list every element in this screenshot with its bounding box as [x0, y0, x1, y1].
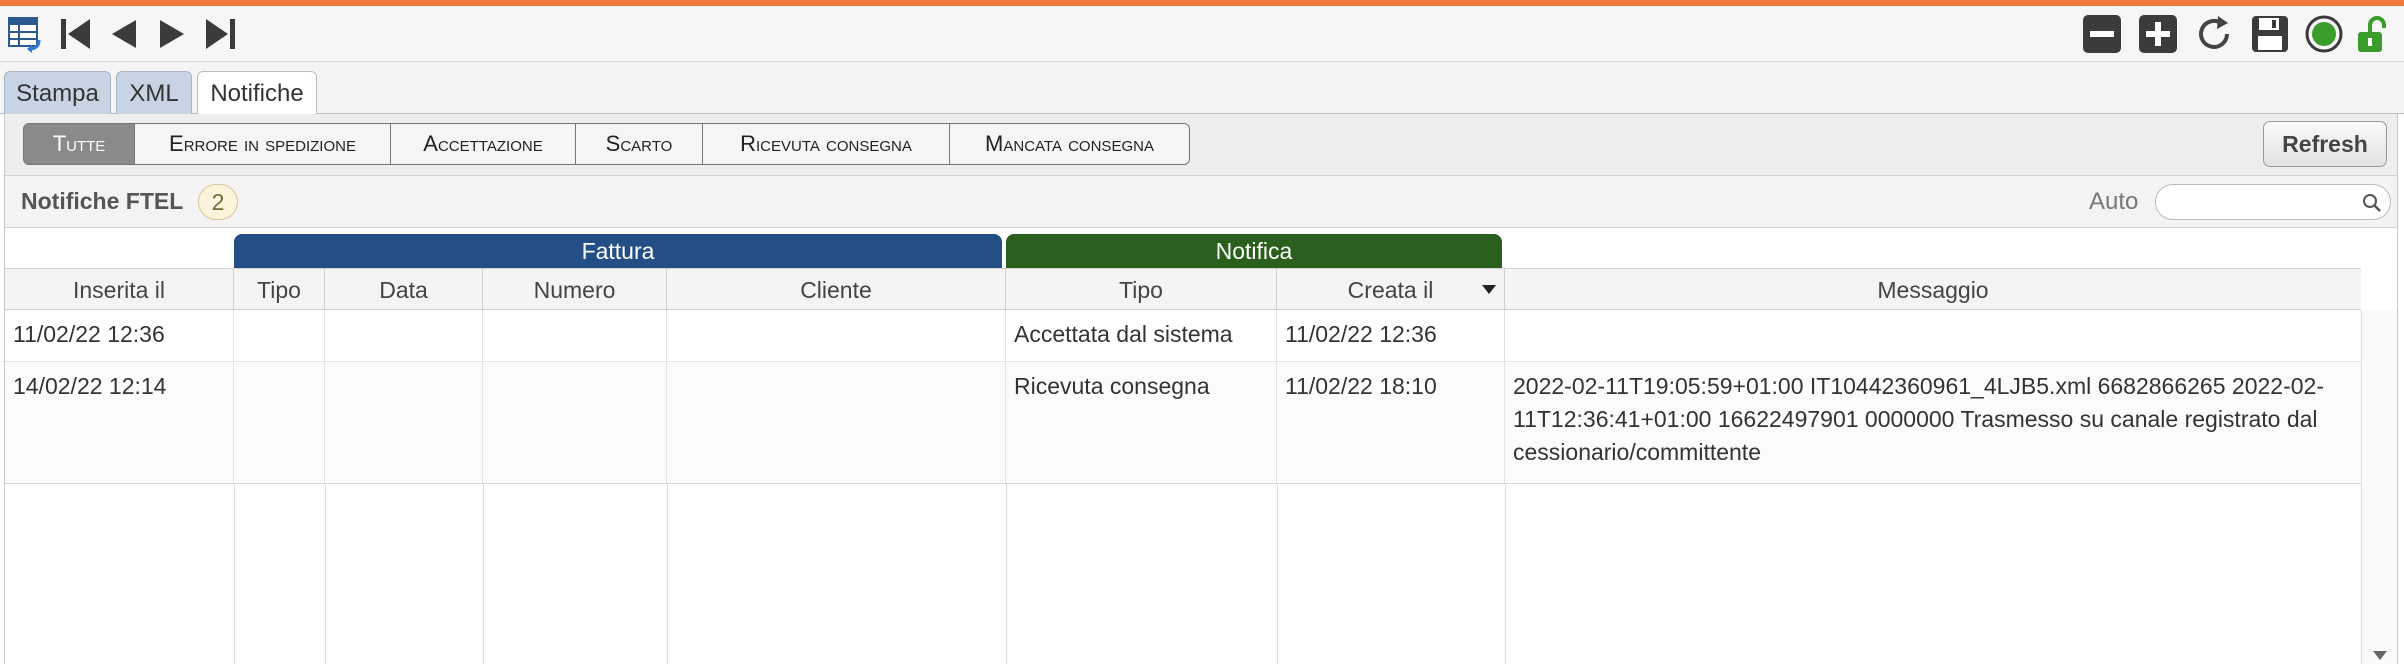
status-icon[interactable]	[2302, 12, 2346, 56]
next-record-icon[interactable]	[150, 12, 194, 56]
cell-notifica-tipo: Accettata dal sistema	[1006, 310, 1277, 361]
cell-inserita: 14/02/22 12:14	[5, 362, 234, 483]
tab-label: Stampa	[16, 79, 99, 107]
save-icon[interactable]	[2248, 12, 2292, 56]
reload-icon[interactable]	[2192, 12, 2236, 56]
unlock-icon[interactable]	[2350, 12, 2394, 56]
col-header-cliente[interactable]: Cliente	[667, 269, 1006, 311]
first-record-icon[interactable]	[54, 12, 98, 56]
col-header-fattura-data[interactable]: Data	[325, 269, 483, 311]
notifiche-panel: Tutte Errore in spedizione Accettazione …	[4, 114, 2398, 664]
table-row[interactable]: 11/02/22 12:36 Accettata dal sistema 11/…	[5, 310, 2361, 362]
cell-fattura-tipo	[234, 310, 325, 361]
col-header-notifica-tipo[interactable]: Tipo	[1006, 269, 1277, 311]
col-header-messaggio[interactable]: Messaggio	[1505, 269, 2361, 311]
cell-messaggio: 2022-02-11T19:05:59+01:00 IT10442360961_…	[1513, 373, 2324, 465]
tab-xml[interactable]: XML	[116, 71, 192, 115]
tab-stampa[interactable]: Stampa	[4, 71, 111, 115]
cell-messaggio	[1505, 310, 2361, 361]
previous-record-icon[interactable]	[102, 12, 146, 56]
filter-tutte[interactable]: Tutte	[23, 123, 135, 165]
cell-fattura-data	[325, 310, 483, 361]
search-icon	[2363, 194, 2381, 212]
empty-column-divider	[1006, 484, 1007, 664]
filter-ricevuta-consegna[interactable]: Ricevuta consegna	[702, 123, 950, 165]
empty-column-divider	[1505, 484, 1506, 664]
column-header-row: Inserita il Tipo Data Numero Cliente Tip…	[5, 268, 2361, 311]
tab-label: XML	[129, 79, 179, 107]
cell-fattura-data	[325, 362, 483, 483]
cell-cliente	[667, 310, 1006, 361]
sort-desc-icon	[1482, 285, 1496, 294]
col-header-fattura-numero[interactable]: Numero	[483, 269, 667, 311]
filter-label: Mancata consegna	[985, 131, 1154, 156]
filter-mancata-consegna[interactable]: Mancata consegna	[949, 123, 1190, 165]
col-header-creata-label: Creata il	[1347, 276, 1434, 303]
col-header-inserita[interactable]: Inserita il	[5, 269, 234, 311]
empty-column-divider	[483, 484, 484, 664]
last-record-icon[interactable]	[198, 12, 242, 56]
filter-label: Tutte	[52, 131, 106, 156]
filter-errore-in-spedizione[interactable]: Errore in spedizione	[134, 123, 391, 165]
remove-icon[interactable]	[2080, 12, 2124, 56]
cell-notifica-tipo: Ricevuta consegna	[1006, 362, 1277, 483]
record-toolbar	[0, 6, 2404, 62]
filter-label: Scarto	[605, 131, 673, 156]
cell-fattura-numero	[483, 310, 667, 361]
cell-fattura-numero	[483, 362, 667, 483]
group-header-fattura: Fattura	[234, 234, 1002, 268]
cell-fattura-tipo	[234, 362, 325, 483]
record-count-badge: 2	[198, 184, 238, 220]
tab-notifiche[interactable]: Notifiche	[197, 71, 317, 116]
empty-column-divider	[234, 484, 235, 664]
refresh-button[interactable]: Refresh	[2263, 121, 2387, 167]
col-header-creata[interactable]: Creata il	[1277, 269, 1505, 311]
group-header-notifica: Notifica	[1006, 234, 1502, 268]
cell-creata: 11/02/22 12:36	[1277, 310, 1505, 361]
vertical-scrollbar[interactable]	[2361, 310, 2397, 664]
filter-label: Ricevuta consegna	[740, 131, 912, 156]
add-icon[interactable]	[2136, 12, 2180, 56]
table-row[interactable]: 14/02/22 12:14 Ricevuta consegna 11/02/2…	[5, 362, 2361, 484]
tab-label: Notifiche	[210, 80, 304, 107]
filter-label: Accettazione	[423, 131, 543, 156]
cell-cliente	[667, 362, 1006, 483]
cell-creata: 11/02/22 18:10	[1277, 362, 1505, 483]
col-header-fattura-tipo[interactable]: Tipo	[234, 269, 325, 311]
filter-label: Errore in spedizione	[169, 131, 356, 156]
grid-title: Notifiche FTEL	[21, 188, 184, 214]
empty-column-divider	[1277, 484, 1278, 664]
filter-bar: Tutte Errore in spedizione Accettazione …	[5, 114, 2397, 176]
search-input[interactable]	[2155, 184, 2391, 220]
table-view-icon[interactable]	[4, 12, 48, 56]
empty-column-divider	[667, 484, 668, 664]
filter-scarto[interactable]: Scarto	[575, 123, 703, 165]
auto-label: Auto	[2089, 188, 2139, 215]
cell-inserita: 11/02/22 12:36	[5, 310, 234, 361]
grid-title-bar: Notifiche FTEL 2 Auto	[5, 176, 2397, 228]
tab-bar: Stampa XML Notifiche	[0, 62, 2404, 116]
empty-column-divider	[325, 484, 326, 664]
filter-accettazione[interactable]: Accettazione	[390, 123, 576, 165]
scroll-down-icon[interactable]	[2373, 651, 2387, 660]
